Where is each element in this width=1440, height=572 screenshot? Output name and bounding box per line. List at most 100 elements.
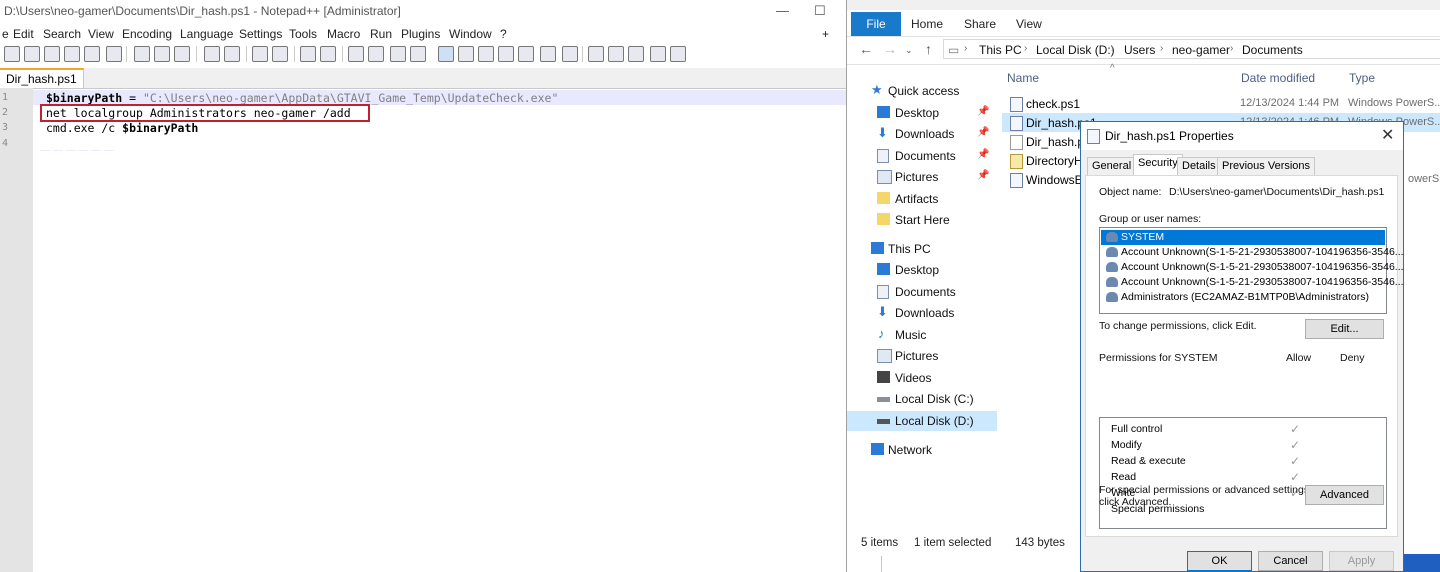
nav-pc-local-disk-d[interactable]: Local Disk (D:) [847, 411, 997, 431]
file-row[interactable]: check.ps1 12/13/2024 1:44 PM Windows Pow… [1002, 94, 1440, 113]
monitoring-icon[interactable] [562, 46, 578, 62]
nav-quick-desktop[interactable]: Desktop 📌 [847, 103, 997, 123]
user-item[interactable]: SYSTEM [1101, 230, 1385, 245]
close-icon[interactable]: ✕ [1381, 125, 1394, 145]
user-item[interactable]: Account Unknown(S-1-5-21-2930538007-1041… [1101, 245, 1404, 260]
folder-workspace-icon[interactable] [518, 46, 534, 62]
nav-quick-downloads[interactable]: ⬇ Downloads 📌 [847, 124, 997, 144]
cancel-button[interactable]: Cancel [1258, 551, 1323, 571]
print-icon[interactable] [106, 46, 122, 62]
save-icon[interactable] [44, 46, 60, 62]
column-type[interactable]: Type [1349, 71, 1375, 85]
menu-language[interactable]: Language [180, 27, 233, 41]
menu-file[interactable]: e [2, 27, 9, 41]
recent-chevron-icon[interactable]: ⌄ [905, 45, 913, 56]
show-all-chars-icon[interactable] [410, 46, 426, 62]
record-macro-icon[interactable] [588, 46, 604, 62]
ok-button[interactable]: OK [1187, 551, 1252, 571]
crumb-neo-gamer[interactable]: neo-gamer [1172, 43, 1230, 57]
tab-details[interactable]: Details [1177, 157, 1221, 175]
menu-help[interactable]: ? [500, 27, 507, 41]
nav-pc-downloads[interactable]: ⬇ Downloads [847, 303, 997, 323]
open-file-icon[interactable] [24, 46, 40, 62]
menu-run[interactable]: Run [370, 27, 392, 41]
user-item[interactable]: Account Unknown(S-1-5-21-2930538007-1041… [1101, 275, 1404, 290]
crumb-this-pc[interactable]: This PC [979, 43, 1022, 57]
menu-tools[interactable]: Tools [289, 27, 317, 41]
user-item[interactable]: Administrators (EC2AMAZ-B1MTP0B\Administ… [1101, 290, 1385, 305]
run-macro-multiple-icon[interactable] [650, 46, 666, 62]
play-macro-icon[interactable] [628, 46, 644, 62]
ribbon-tab-view[interactable]: View [1016, 17, 1042, 31]
menu-encoding[interactable]: Encoding [122, 27, 172, 41]
tab-security[interactable]: Security [1133, 154, 1183, 176]
close-file-icon[interactable] [84, 46, 100, 62]
zoom-in-icon[interactable] [300, 46, 316, 62]
maximize-icon[interactable]: ☐ [814, 3, 826, 19]
ribbon-tab-share[interactable]: Share [964, 17, 996, 31]
pin-icon[interactable]: 📌 [977, 106, 989, 117]
minimize-icon[interactable]: — [776, 3, 789, 18]
nav-quick-access[interactable]: ★ Quick access [847, 81, 997, 101]
doc-list-icon[interactable] [540, 46, 556, 62]
nav-pc-desktop[interactable]: Desktop [847, 260, 997, 280]
tab-previous-versions[interactable]: Previous Versions [1217, 157, 1316, 175]
nav-network[interactable]: Network [847, 440, 997, 460]
nav-pc-local-disk-c[interactable]: Local Disk (C:) [847, 389, 997, 409]
new-file-icon[interactable] [4, 46, 20, 62]
up-arrow-icon[interactable]: ↑ [925, 41, 932, 57]
redo-icon[interactable] [224, 46, 240, 62]
ribbon-tab-home[interactable]: Home [911, 17, 943, 31]
menu-edit[interactable]: Edit [13, 27, 34, 41]
address-bar[interactable]: ▭ › This PC › Local Disk (D:) › Users › … [943, 39, 1440, 59]
indent-guide-icon[interactable] [438, 46, 454, 62]
apply-button[interactable]: Apply [1329, 551, 1394, 571]
word-wrap-icon[interactable] [390, 46, 406, 62]
new-tab-plus[interactable]: + [822, 27, 829, 41]
nav-pc-pictures[interactable]: Pictures [847, 346, 997, 366]
column-date[interactable]: Date modified [1241, 71, 1315, 85]
pin-icon[interactable]: 📌 [977, 149, 989, 160]
zoom-out-icon[interactable] [320, 46, 336, 62]
udl-icon[interactable] [458, 46, 474, 62]
advanced-button[interactable]: Advanced [1305, 485, 1384, 505]
crumb-documents[interactable]: Documents [1242, 43, 1303, 57]
forward-arrow-icon[interactable]: → [883, 41, 897, 57]
save-macro-icon[interactable] [670, 46, 686, 62]
sync-horizontal-icon[interactable] [368, 46, 384, 62]
cut-icon[interactable] [134, 46, 150, 62]
paste-icon[interactable] [174, 46, 190, 62]
tab-dir-hash[interactable]: Dir_hash.ps1 [0, 68, 84, 88]
find-icon[interactable] [252, 46, 268, 62]
back-arrow-icon[interactable]: ← [859, 41, 873, 57]
nav-pc-music[interactable]: ♪ Music [847, 325, 997, 345]
nav-pc-videos[interactable]: Videos [847, 368, 997, 388]
undo-icon[interactable] [204, 46, 220, 62]
nav-quick-documents[interactable]: Documents 📌 [847, 146, 997, 166]
user-item[interactable]: Account Unknown(S-1-5-21-2930538007-1041… [1101, 260, 1404, 275]
pin-icon[interactable]: 📌 [977, 127, 989, 138]
code-line-3[interactable]: cmd.exe /c $binaryPath [46, 121, 198, 135]
save-all-icon[interactable] [64, 46, 80, 62]
nav-this-pc[interactable]: This PC [847, 239, 997, 259]
crumb-users[interactable]: Users [1124, 43, 1155, 57]
nav-quick-start-here[interactable]: Start Here [847, 210, 997, 230]
menu-window[interactable]: Window [449, 27, 492, 41]
edit-button[interactable]: Edit... [1305, 319, 1384, 339]
pin-icon[interactable]: 📌 [977, 170, 989, 181]
menu-settings[interactable]: Settings [239, 27, 282, 41]
menu-search[interactable]: Search [43, 27, 81, 41]
tab-general[interactable]: General [1087, 157, 1137, 175]
nav-quick-artifacts[interactable]: Artifacts [847, 189, 997, 209]
doc-map-icon[interactable] [478, 46, 494, 62]
stop-macro-icon[interactable] [608, 46, 624, 62]
copy-icon[interactable] [154, 46, 170, 62]
menu-macro[interactable]: Macro [327, 27, 360, 41]
code-line-1[interactable]: $binaryPath = "C:\Users\neo-gamer\AppDat… [46, 91, 558, 105]
nav-pc-documents[interactable]: Documents [847, 282, 997, 302]
crumb-local-disk[interactable]: Local Disk (D:) [1036, 43, 1115, 57]
menu-view[interactable]: View [88, 27, 114, 41]
function-list-icon[interactable] [498, 46, 514, 62]
ribbon-tab-file[interactable]: File [851, 12, 901, 36]
sync-vertical-icon[interactable] [348, 46, 364, 62]
